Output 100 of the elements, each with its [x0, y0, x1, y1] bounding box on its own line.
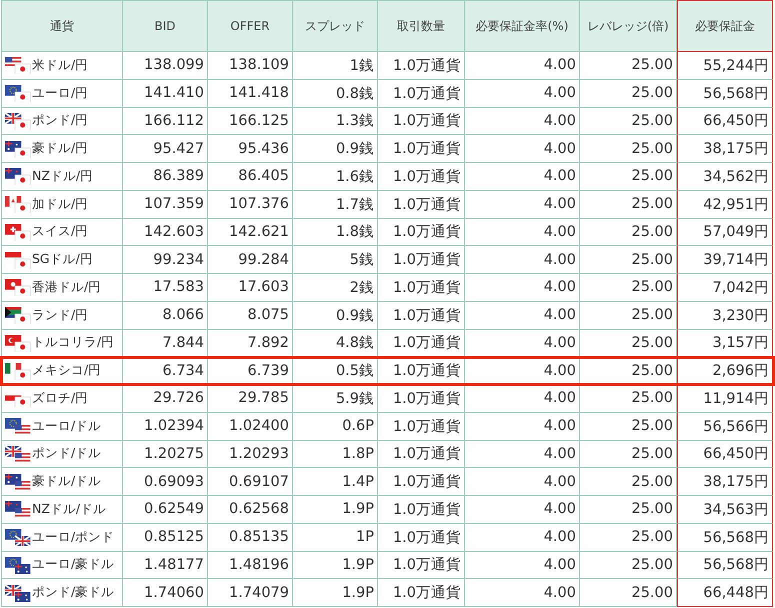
table-cell: 0.85135 [208, 524, 293, 552]
table-cell: ユーロ/円 [32, 84, 88, 102]
table-cell: 1銭 [293, 52, 378, 80]
flag-pair-icon [5, 417, 31, 436]
table-cell: 25.00 [580, 163, 677, 191]
table-cell: 29.785 [208, 385, 293, 413]
table-cell: 25.00 [580, 190, 677, 218]
table-cell: 25.00 [580, 108, 677, 136]
table-cell: 25.00 [580, 524, 677, 552]
table-cell: 166.125 [208, 108, 293, 136]
table-cell: 0.69107 [208, 468, 293, 496]
table-cell: 米ドル/円 [32, 56, 88, 74]
table-cell: 1.6銭 [293, 163, 378, 191]
table-cell: 86.405 [208, 163, 293, 191]
table-cell: 4.00 [465, 357, 580, 385]
table-cell: 1.8P [293, 440, 378, 468]
table-cell: 107.359 [123, 190, 208, 218]
table-cell: 17.603 [208, 274, 293, 302]
table-cell: 3,230円 [677, 302, 773, 330]
flag-pair-icon [5, 278, 31, 296]
table-cell: ズロチ/円 [32, 390, 88, 407]
flag-pair-icon [5, 250, 31, 269]
table-cell: 1.20275 [123, 440, 208, 468]
table-cell: 1.8銭 [293, 218, 378, 246]
table-cell: 1.74060 [123, 579, 208, 607]
table-cell: 4.00 [465, 552, 580, 580]
table-cell: 25.00 [580, 440, 677, 468]
flag-pair-icon [5, 528, 31, 546]
table-cell: 6.739 [208, 357, 293, 385]
table-cell: 1.0万通貨 [378, 246, 465, 274]
column-header: 必要保証金率(%) [465, 0, 580, 52]
table-cell: 1.20293 [208, 440, 293, 468]
table-cell: 4.00 [465, 496, 580, 524]
table-cell: 1.74079 [208, 579, 293, 607]
table-cell: 56,568円 [677, 552, 773, 580]
table-cell: SGドル/円 [32, 251, 93, 268]
column-header: 通貨 [1, 0, 123, 52]
flag-pair-icon [5, 362, 31, 380]
table-cell: 5銭 [293, 246, 378, 274]
flag-pair-icon [5, 444, 31, 463]
table-cell: 25.00 [580, 80, 677, 108]
table-cell: 34,562円 [677, 163, 773, 191]
table-cell: 1.4P [293, 468, 378, 496]
table-cell: トルコリラ/円 [32, 334, 114, 352]
table-cell: ポンド/円 [32, 112, 88, 130]
table-cell: スイス/円 [32, 223, 88, 240]
flag-pair-icon [5, 112, 31, 130]
table-cell: 25.00 [580, 496, 677, 524]
table-cell: 25.00 [580, 357, 677, 385]
table-cell: 138.099 [123, 52, 208, 80]
table-cell: 25.00 [580, 579, 677, 607]
table-cell: 0.6P [293, 412, 378, 440]
flag-pair-icon [5, 222, 31, 241]
table-cell: 1.9P [293, 496, 378, 524]
table-cell: 1.0万通貨 [378, 496, 465, 524]
table-cell: 99.284 [208, 246, 293, 274]
table-cell: 5.9銭 [293, 385, 378, 413]
table-cell: 66,448円 [677, 579, 773, 607]
table-cell: 95.427 [123, 135, 208, 163]
table-cell: 142.621 [208, 218, 293, 246]
table-cell: 25.00 [580, 246, 677, 274]
table-cell: 99.234 [123, 246, 208, 274]
table-cell: 4.00 [465, 218, 580, 246]
table-cell: 29.726 [123, 385, 208, 413]
table-cell: 8.075 [208, 302, 293, 330]
table-cell: 8.066 [123, 302, 208, 330]
table-cell: 25.00 [580, 385, 677, 413]
table-cell: 4.00 [465, 385, 580, 413]
table-cell: 57,049円 [677, 218, 773, 246]
table-cell: 4.00 [465, 330, 580, 358]
flag-pair-icon [5, 584, 31, 602]
table-cell: 1.7銭 [293, 190, 378, 218]
table-cell: ユーロ/豪ドル [32, 556, 114, 574]
table-cell: 1.48196 [208, 552, 293, 580]
table-cell: 55,244円 [677, 52, 773, 80]
table-cell: 25.00 [580, 274, 677, 302]
table-cell: 0.9銭 [293, 135, 378, 163]
table-cell: 2銭 [293, 274, 378, 302]
table-cell: 0.8銭 [293, 80, 378, 108]
table-cell: 25.00 [580, 330, 677, 358]
table-cell: 166.112 [123, 108, 208, 136]
table-cell: 66,450円 [677, 440, 773, 468]
flag-pair-icon [5, 556, 31, 574]
table-cell: 4.8銭 [293, 330, 378, 358]
table-cell: 138.109 [208, 52, 293, 80]
table-cell: 1.0万通貨 [378, 163, 465, 191]
table-cell: 38,175円 [677, 135, 773, 163]
table-cell: 4.00 [465, 163, 580, 191]
column-header: レバレッジ(倍) [580, 0, 677, 52]
table-cell: ランド/円 [32, 306, 88, 324]
table-cell: 1.0万通貨 [378, 524, 465, 552]
table-cell: 6.734 [123, 357, 208, 385]
table-cell: 1.0万通貨 [378, 52, 465, 80]
table-cell: 1.02400 [208, 412, 293, 440]
flag-pair-icon [5, 167, 31, 186]
column-header: スプレッド [293, 0, 378, 52]
table-cell: 38,175円 [677, 468, 773, 496]
table-cell: 4.00 [465, 524, 580, 552]
column-header: OFFER [208, 0, 293, 52]
table-cell: 1.0万通貨 [378, 330, 465, 358]
